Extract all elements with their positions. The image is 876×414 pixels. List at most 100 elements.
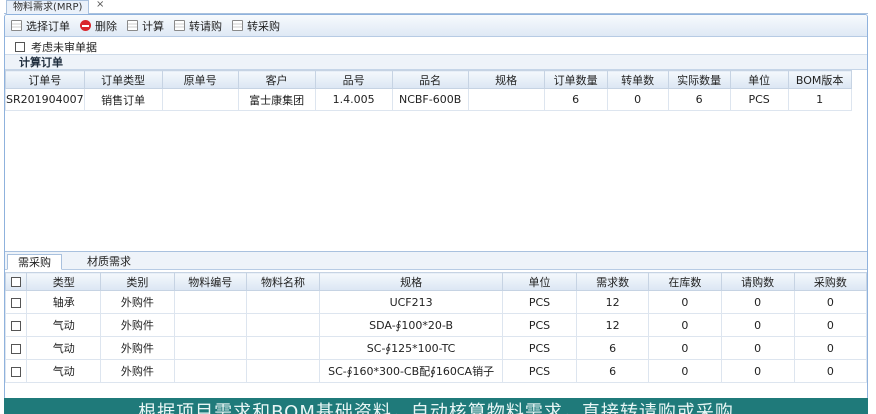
- table-cell: PCS: [502, 290, 577, 314]
- table-cell: 12: [575, 290, 650, 314]
- table-cell: 0: [720, 313, 795, 337]
- table-row[interactable]: SR201904007 销售订单 富士康集团 1.4.005 NCBF-600B 6 0 6 P…: [5, 88, 852, 111]
- row-select-cell[interactable]: [5, 336, 28, 360]
- table-cell: 0: [793, 290, 867, 314]
- table-cell: SR201904007: [5, 88, 85, 111]
- table-cell: 外购件: [100, 359, 175, 383]
- table-cell: 0: [648, 313, 722, 337]
- orders-column-header[interactable]: 订单号: [5, 70, 85, 89]
- row-select-cell[interactable]: [5, 313, 28, 337]
- row-select-cell[interactable]: [5, 290, 28, 314]
- unaudited-checkbox[interactable]: [15, 42, 25, 52]
- tab-need-purchase[interactable]: 需采购: [7, 254, 62, 270]
- table-cell: [173, 313, 247, 337]
- window-tab-title: 物料需求(MRP): [13, 2, 83, 13]
- table-cell: [467, 88, 545, 111]
- orders-column-header[interactable]: 原单号: [161, 70, 239, 89]
- table-cell: [173, 359, 247, 383]
- table-cell: 外购件: [100, 336, 175, 360]
- table-cell: 富士康集团: [237, 88, 316, 111]
- row-checkbox[interactable]: [11, 320, 22, 331]
- requirements-column-header[interactable]: 物料名称: [245, 272, 321, 291]
- row-checkbox[interactable]: [11, 366, 22, 377]
- table-cell: SC-∮160*300-CB配∮160CA销子: [319, 359, 504, 383]
- row-checkbox[interactable]: [11, 297, 22, 308]
- caption-banner: 根据项目需求和BOM基础资料，自动核算物料需求，直接转请购或采购: [4, 398, 868, 414]
- orders-column-header[interactable]: 品名: [391, 70, 469, 89]
- table-cell: 1: [787, 88, 852, 111]
- requirements-column-header[interactable]: 类别: [100, 272, 175, 291]
- table-cell: 0: [648, 336, 722, 360]
- table-cell: NCBF-600B: [391, 88, 469, 111]
- table-cell: 0: [648, 359, 722, 383]
- table-cell: 6: [575, 336, 650, 360]
- table-cell: SDA-∮100*20-B: [319, 313, 504, 337]
- table-cell: 0: [606, 88, 669, 111]
- requirements-column-header[interactable]: 请购数: [720, 272, 795, 291]
- requirements-column-header[interactable]: 类型: [26, 272, 102, 291]
- table-cell: SC-∮125*100-TC: [319, 336, 504, 360]
- table-cell: 气动: [26, 359, 102, 383]
- toolbar: 选择订单 删除 计算 转请购 转采购: [5, 15, 867, 37]
- table-cell: 0: [793, 336, 867, 360]
- orders-column-header[interactable]: BOM版本: [787, 70, 852, 89]
- table-cell: 气动: [26, 336, 102, 360]
- orders-table: 订单号 订单类型 原单号 客户 品号 品名 规格 订单数量 转单数 实际数量 单位 BOM版本 SR2…: [5, 70, 852, 111]
- requirements-column-header[interactable]: 在库数: [648, 272, 722, 291]
- table-cell: 1.4.005: [314, 88, 393, 111]
- delete-button[interactable]: 删除: [78, 17, 125, 35]
- document-icon: [174, 20, 185, 31]
- row-checkbox[interactable]: [11, 343, 22, 354]
- table-cell: 0: [720, 359, 795, 383]
- table-row[interactable]: 气动 外购件 SC-∮125*100-TC PCS 6 0 0 0: [5, 336, 867, 360]
- table-cell: PCS: [502, 359, 577, 383]
- orders-column-header[interactable]: 转单数: [606, 70, 669, 89]
- table-cell: 6: [543, 88, 608, 111]
- select-order-button[interactable]: 选择订单: [9, 17, 78, 35]
- orders-column-header[interactable]: 品号: [314, 70, 393, 89]
- orders-column-header[interactable]: 客户: [237, 70, 316, 89]
- to-purchase-button[interactable]: 转采购: [230, 17, 288, 35]
- table-cell: [173, 290, 247, 314]
- select-all-cell[interactable]: [5, 272, 28, 291]
- table-cell: 0: [793, 313, 867, 337]
- orders-column-header[interactable]: 规格: [467, 70, 545, 89]
- requirements-column-header[interactable]: 采购数: [793, 272, 867, 291]
- requirements-column-header[interactable]: 物料编号: [173, 272, 247, 291]
- to-request-button[interactable]: 转请购: [172, 17, 230, 35]
- table-cell: [245, 290, 321, 314]
- select-all-checkbox[interactable]: [11, 277, 22, 287]
- orders-column-header[interactable]: 订单类型: [83, 70, 163, 89]
- orders-column-header[interactable]: 订单数量: [543, 70, 608, 89]
- table-cell: PCS: [502, 313, 577, 337]
- table-cell: [245, 313, 321, 337]
- document-icon: [11, 20, 22, 31]
- orders-column-header[interactable]: 单位: [729, 70, 789, 89]
- table-cell: PCS: [729, 88, 789, 111]
- delete-icon: [80, 20, 91, 31]
- table-row[interactable]: 气动 外购件 SDA-∮100*20-B PCS 12 0 0 0: [5, 313, 867, 337]
- requirements-column-header[interactable]: 规格: [319, 272, 504, 291]
- table-cell: 轴承: [26, 290, 102, 314]
- unaudited-option[interactable]: 考虑未审单据: [15, 40, 97, 54]
- window-tab-mrp[interactable]: 物料需求(MRP): [6, 0, 90, 14]
- table-cell: [245, 336, 321, 360]
- table-cell: 气动: [26, 313, 102, 337]
- unaudited-label: 考虑未审单据: [31, 41, 97, 54]
- table-cell: 0: [720, 290, 795, 314]
- requirements-column-header[interactable]: 需求数: [575, 272, 650, 291]
- table-row[interactable]: 气动 外购件 SC-∮160*300-CB配∮160CA销子 PCS 6 0 0 0: [5, 359, 867, 383]
- orders-column-header[interactable]: 实际数量: [667, 70, 731, 89]
- table-cell: PCS: [502, 336, 577, 360]
- calculate-label: 计算: [142, 19, 164, 33]
- table-cell: 销售订单: [83, 88, 163, 111]
- orders-section-title: 计算订单: [5, 54, 867, 70]
- table-row[interactable]: 轴承 外购件 UCF213 PCS 12 0 0 0: [5, 290, 867, 314]
- table-cell: 6: [667, 88, 731, 111]
- row-select-cell[interactable]: [5, 359, 28, 383]
- mrp-window: 选择订单 删除 计算 转请购 转采购 考虑未审单据 计算订单 订单号 订单类型 原单…: [4, 14, 868, 400]
- close-icon[interactable]: ×: [96, 0, 104, 10]
- requirements-column-header[interactable]: 单位: [502, 272, 577, 291]
- tab-material-requirement[interactable]: 材质需求: [77, 254, 141, 270]
- calculate-button[interactable]: 计算: [125, 17, 172, 35]
